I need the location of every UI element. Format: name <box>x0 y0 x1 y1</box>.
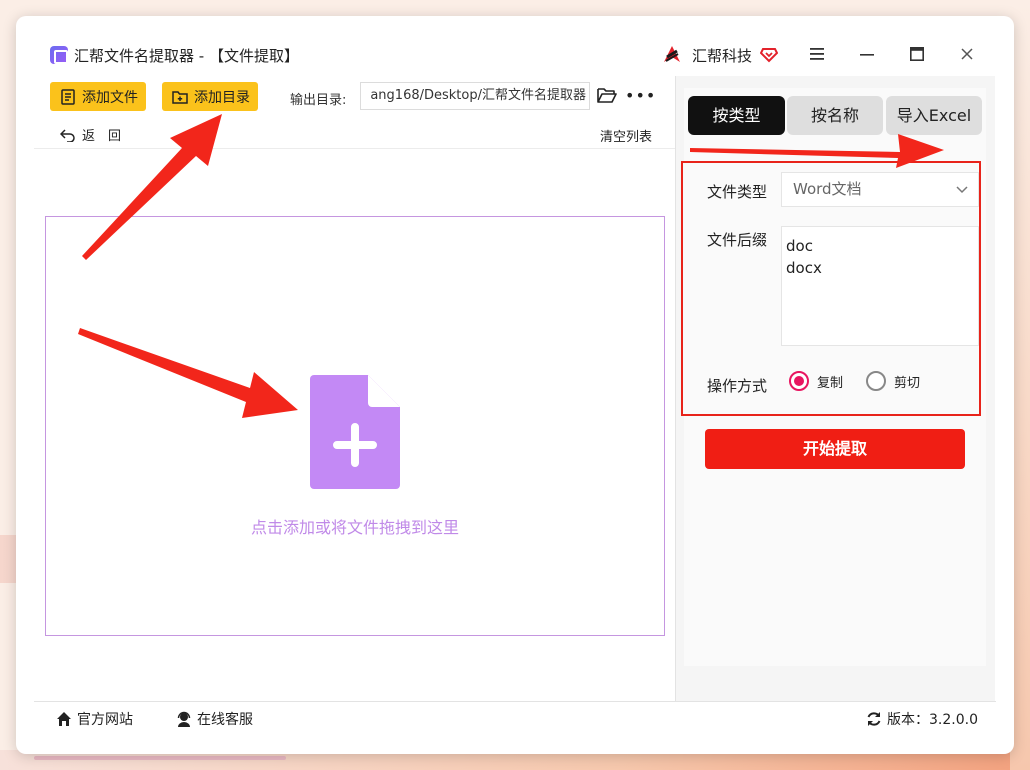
footer-divider <box>34 701 996 702</box>
window-title: 汇帮文件名提取器 - 【文件提取】 <box>74 47 299 65</box>
radio-cut[interactable]: 剪切 <box>866 371 920 391</box>
tab-by-type[interactable]: 按类型 <box>688 96 785 135</box>
title-bar: 汇帮文件名提取器 - 【文件提取】 汇帮科技 <box>16 16 1014 76</box>
add-directory-label: 添加目录 <box>194 89 250 106</box>
file-suffix-label: 文件后缀 <box>707 231 768 249</box>
tab-by-name[interactable]: 按名称 <box>787 96 883 135</box>
suffix-line: doc <box>786 237 813 255</box>
close-button[interactable] <box>955 42 979 66</box>
radio-copy[interactable]: 复制 <box>789 371 843 391</box>
minimize-icon <box>860 54 874 56</box>
back-button[interactable]: 返 回 <box>60 125 121 144</box>
toolbar-divider <box>34 148 675 149</box>
settings-panel: 按类型 按名称 导入Excel 文件类型 Word文档 文件后缀 doc doc… <box>675 76 995 701</box>
chevron-down-icon <box>956 173 968 206</box>
add-file-icon <box>61 88 75 105</box>
home-icon <box>57 712 71 726</box>
app-logo-icon <box>50 46 68 64</box>
official-website-label: 官方网站 <box>77 712 133 728</box>
operation-label: 操作方式 <box>707 377 768 395</box>
version-label: 版本：3.2.0.0 <box>887 712 978 728</box>
radio-copy-label: 复制 <box>817 375 844 391</box>
online-service-label: 在线客服 <box>197 712 253 728</box>
output-directory-label: 输出目录: <box>290 93 347 108</box>
close-icon <box>961 48 973 60</box>
maximize-button[interactable] <box>905 42 929 66</box>
settings-highlight-box: 文件类型 Word文档 文件后缀 doc docx 操作方式 复制 剪切 <box>681 161 981 416</box>
clear-list-button[interactable]: 清空列表 <box>600 126 652 145</box>
online-service-link[interactable]: 在线客服 <box>176 709 253 729</box>
minimize-button[interactable] <box>855 42 879 66</box>
undo-arrow-icon <box>60 128 75 142</box>
start-extract-button[interactable]: 开始提取 <box>705 429 965 469</box>
refresh-icon <box>867 712 881 726</box>
add-folder-icon <box>172 90 188 104</box>
file-drop-zone[interactable]: 点击添加或将文件拖拽到这里 <box>45 216 665 636</box>
more-options-icon[interactable]: ••• <box>625 86 656 105</box>
folder-browse-icon[interactable] <box>597 86 617 104</box>
add-file-large-icon <box>310 375 400 489</box>
file-suffix-textarea[interactable]: doc docx <box>781 226 979 346</box>
hamburger-icon <box>810 48 824 60</box>
add-file-label: 添加文件 <box>82 89 138 106</box>
maximize-icon <box>910 47 924 61</box>
file-type-select[interactable]: Word文档 <box>781 172 979 207</box>
brand-name: 汇帮科技 <box>692 47 753 65</box>
app-window: 汇帮文件名提取器 - 【文件提取】 汇帮科技 添加文件 添加目录 输出目录: a… <box>16 16 1014 754</box>
radio-checked-icon <box>789 371 809 391</box>
drop-zone-hint: 点击添加或将文件拖拽到这里 <box>250 518 459 537</box>
background-taskbar-indicator <box>34 756 286 760</box>
add-file-button[interactable]: 添加文件 <box>50 82 146 111</box>
headset-icon <box>177 711 191 727</box>
brand-logo-icon <box>664 46 680 62</box>
file-type-value: Word文档 <box>793 180 862 198</box>
vip-diamond-icon[interactable] <box>760 45 778 63</box>
suffix-line: docx <box>786 259 822 277</box>
official-website-link[interactable]: 官方网站 <box>56 709 133 729</box>
radio-unchecked-icon <box>866 371 886 391</box>
file-type-label: 文件类型 <box>707 183 768 201</box>
output-directory-field[interactable]: ang168/Desktop/汇帮文件名提取器 <box>360 82 590 110</box>
radio-cut-label: 剪切 <box>894 375 921 391</box>
add-directory-button[interactable]: 添加目录 <box>162 82 258 111</box>
back-label: 返 回 <box>82 129 122 144</box>
tab-import-excel[interactable]: 导入Excel <box>886 96 982 135</box>
version-info[interactable]: 版本：3.2.0.0 <box>866 709 978 729</box>
menu-button[interactable] <box>805 42 829 66</box>
